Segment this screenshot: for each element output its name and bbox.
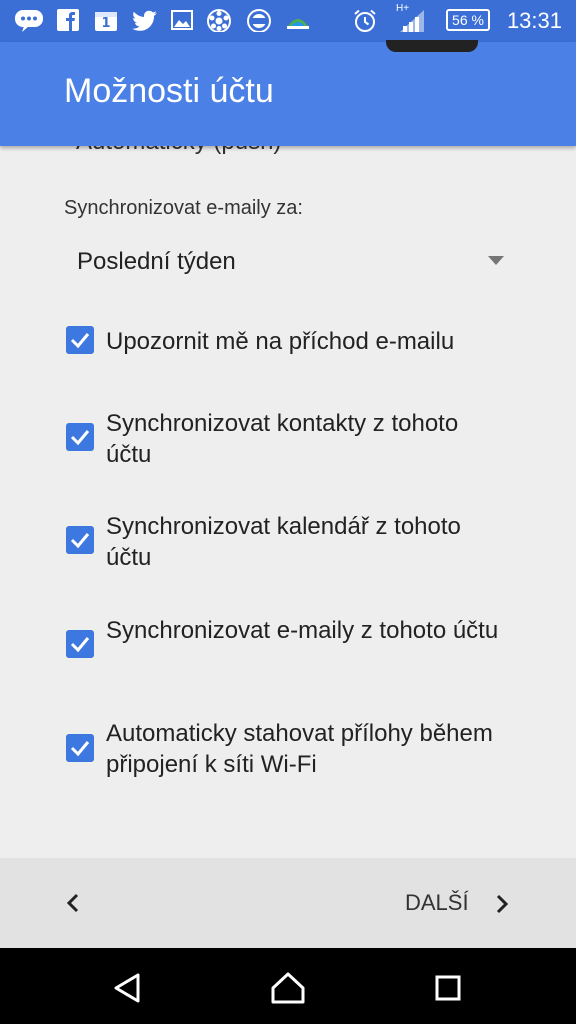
checkbox-label-calendar: Synchronizovat kalendář z tohoto účtu	[106, 513, 461, 571]
dropdown-arrow-icon	[488, 256, 504, 265]
check-icon	[70, 637, 90, 653]
system-navigation-bar	[0, 948, 576, 1024]
bottom-navigation: DALŠÍ	[0, 858, 576, 948]
twitter-icon	[132, 10, 157, 31]
recents-icon	[435, 975, 461, 1001]
sync-frequency-value[interactable]: Automaticky (push)	[76, 146, 281, 156]
next-button[interactable]: DALŠÍ	[398, 884, 528, 924]
signal-icon	[400, 10, 424, 32]
back-button[interactable]	[56, 886, 92, 922]
page-title: Možnosti účtu	[64, 72, 274, 110]
checkbox-label-notify: Upozornit mě na příchod e-mailu	[106, 328, 455, 355]
checkbox-email[interactable]	[66, 630, 94, 658]
system-recents-button[interactable]	[428, 968, 468, 1008]
check-icon	[70, 333, 90, 349]
device-illustration	[386, 40, 478, 52]
app-bar: Možnosti účtu	[0, 40, 576, 146]
system-home-button[interactable]	[268, 968, 308, 1008]
checkbox-notify[interactable]	[66, 326, 94, 354]
battery-icon: 56 %	[446, 9, 490, 31]
checkbox-attachments[interactable]	[66, 734, 94, 762]
system-back-button[interactable]	[108, 968, 148, 1008]
calendar-icon: 1	[94, 9, 118, 33]
home-icon	[271, 972, 305, 1004]
alarm-icon	[354, 9, 376, 32]
sync-period-value: Poslední týden	[77, 248, 236, 275]
checkbox-calendar[interactable]	[66, 526, 94, 554]
clock: 13:31	[506, 8, 562, 33]
chevron-right-icon	[496, 894, 509, 914]
battery-level: 56 %	[452, 12, 484, 28]
checkbox-label-contacts: Synchronizovat kontakty z tohoto účtu	[106, 410, 459, 468]
calendar-day: 1	[101, 16, 111, 31]
facebook-icon	[57, 9, 79, 31]
status-bar: 1 H+ 56 % 13:31	[0, 0, 576, 42]
check-icon	[70, 533, 90, 549]
check-icon	[70, 430, 90, 446]
back-triangle-icon	[114, 973, 140, 1003]
chevron-left-icon	[66, 893, 79, 913]
account-options-content[interactable]: Automaticky (push) Synchronizovat e-mail…	[0, 146, 576, 858]
checkbox-label-attachments: Automaticky stahovat přílohy během připo…	[106, 720, 493, 778]
sync-period-dropdown[interactable]: Poslední týden	[64, 238, 514, 284]
gallery-icon	[171, 10, 193, 30]
check-icon	[70, 741, 90, 757]
next-button-label: DALŠÍ	[405, 890, 469, 915]
checkbox-label-email: Synchronizovat e-maily z tohoto účtu	[106, 617, 499, 644]
sync-period-label: Synchronizovat e-maily za:	[64, 197, 303, 219]
checkbox-contacts[interactable]	[66, 423, 94, 451]
app-icon	[247, 9, 271, 32]
weather-icon	[287, 19, 309, 29]
messenger-icon	[15, 10, 43, 32]
soccer-icon	[207, 9, 231, 32]
